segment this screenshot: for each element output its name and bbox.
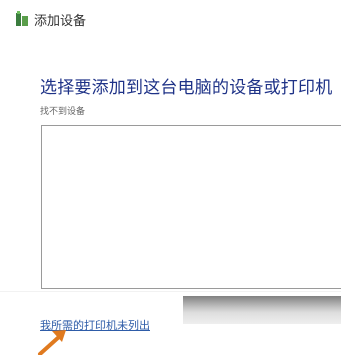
add-device-window: 添加设备 选择要添加到这台电脑的设备或打印机 找不到设备 我所需的打印机未列出 xyxy=(0,0,341,355)
orange-arrow-icon xyxy=(38,330,66,355)
status-text: 找不到设备 xyxy=(40,107,86,117)
window-title: 添加设备 xyxy=(34,14,87,29)
add-device-icon xyxy=(16,11,28,26)
divider xyxy=(0,291,341,292)
next-button[interactable] xyxy=(183,296,341,324)
device-list[interactable] xyxy=(41,125,341,289)
page-heading: 选择要添加到这台电脑的设备或打印机 xyxy=(40,78,333,98)
title-bar: 添加设备 xyxy=(0,0,341,38)
